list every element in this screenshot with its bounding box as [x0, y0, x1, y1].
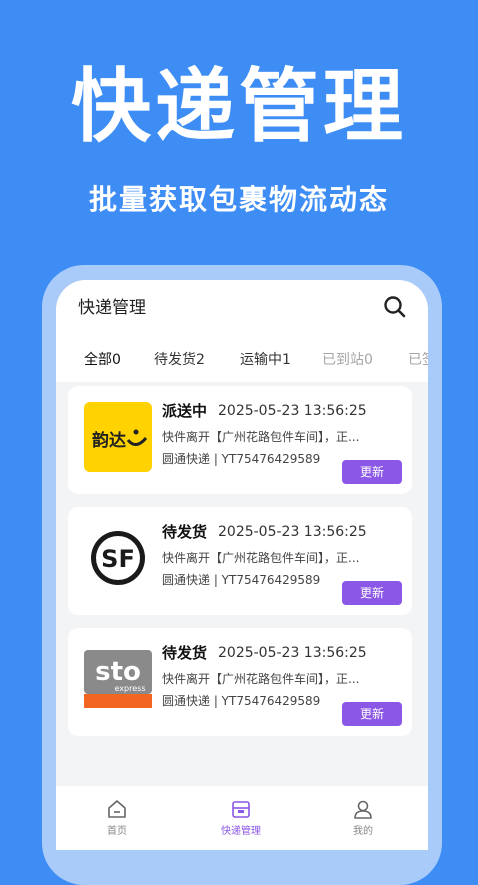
yunda-logo: 韵达	[84, 402, 152, 472]
package-card[interactable]: sto express 待发货 2025-05-23 13:56:25 快件离开…	[68, 628, 412, 736]
courier-tracking: 圆通快递 | YT75476429589	[162, 452, 321, 466]
tab-in-transit[interactable]: 运输中1	[240, 350, 291, 370]
sf-logo: SF	[84, 523, 152, 593]
courier-tracking: 圆通快递 | YT75476429589	[162, 694, 321, 708]
package-description: 快件离开【广州花路包件车间】，正...	[162, 430, 360, 444]
tab-arrived[interactable]: 已到站0	[322, 350, 373, 370]
update-button[interactable]: 更新	[342, 460, 402, 484]
package-card[interactable]: 韵达 派送中 2025-05-23 13:56:25 快件离开【广州花路包件车间…	[68, 386, 412, 494]
nav-profile-label: 我的	[353, 826, 373, 837]
tab-all[interactable]: 全部0	[84, 350, 121, 370]
user-icon	[354, 800, 372, 819]
package-status: 待发货	[162, 644, 208, 662]
phone-screen: 快递管理 全部0 待发货2 运输中1 已到站0 已签 韵达 派送中 2025-0…	[56, 280, 428, 850]
update-button[interactable]: 更新	[342, 581, 402, 605]
package-icon	[232, 801, 250, 818]
package-description: 快件离开【广州花路包件车间】，正...	[162, 551, 360, 565]
yunda-logo-text: 韵达	[92, 430, 126, 451]
search-icon[interactable]	[382, 294, 408, 320]
sto-logo: sto express	[84, 644, 152, 714]
nav-package-label: 快递管理	[221, 826, 261, 837]
package-status: 派送中	[162, 402, 208, 420]
nav-home-label: 首页	[107, 826, 127, 837]
sto-logo-text: sto	[95, 657, 141, 687]
tab-pending-shipment[interactable]: 待发货2	[154, 350, 205, 370]
package-card[interactable]: SF 待发货 2025-05-23 13:56:25 快件离开【广州花路包件车间…	[68, 507, 412, 615]
package-time: 2025-05-23 13:56:25	[218, 524, 367, 540]
sf-logo-text: SF	[101, 545, 135, 573]
tab-signed[interactable]: 已签	[408, 350, 428, 370]
hero-subtitle: 批量获取包裹物流动态	[88, 183, 389, 216]
package-status: 待发货	[162, 523, 208, 541]
page-title: 快递管理	[78, 298, 146, 318]
hero-title: 快递管理	[71, 60, 407, 153]
filter-tabs: 全部0 待发货2 运输中1 已到站0 已签	[56, 336, 428, 382]
package-time: 2025-05-23 13:56:25	[218, 403, 367, 419]
nav-profile[interactable]: 我的	[318, 798, 408, 840]
app-header: 快递管理	[56, 280, 428, 336]
bottom-nav: 首页 快递管理 我的	[56, 786, 428, 850]
nav-home[interactable]: 首页	[72, 798, 162, 840]
package-time: 2025-05-23 13:56:25	[218, 645, 367, 661]
home-icon	[108, 800, 126, 818]
nav-package-management[interactable]: 快递管理	[196, 798, 286, 840]
update-button[interactable]: 更新	[342, 702, 402, 726]
courier-tracking: 圆通快递 | YT75476429589	[162, 573, 321, 587]
sto-logo-subtext: express	[115, 684, 146, 693]
package-description: 快件离开【广州花路包件车间】，正...	[162, 672, 360, 686]
